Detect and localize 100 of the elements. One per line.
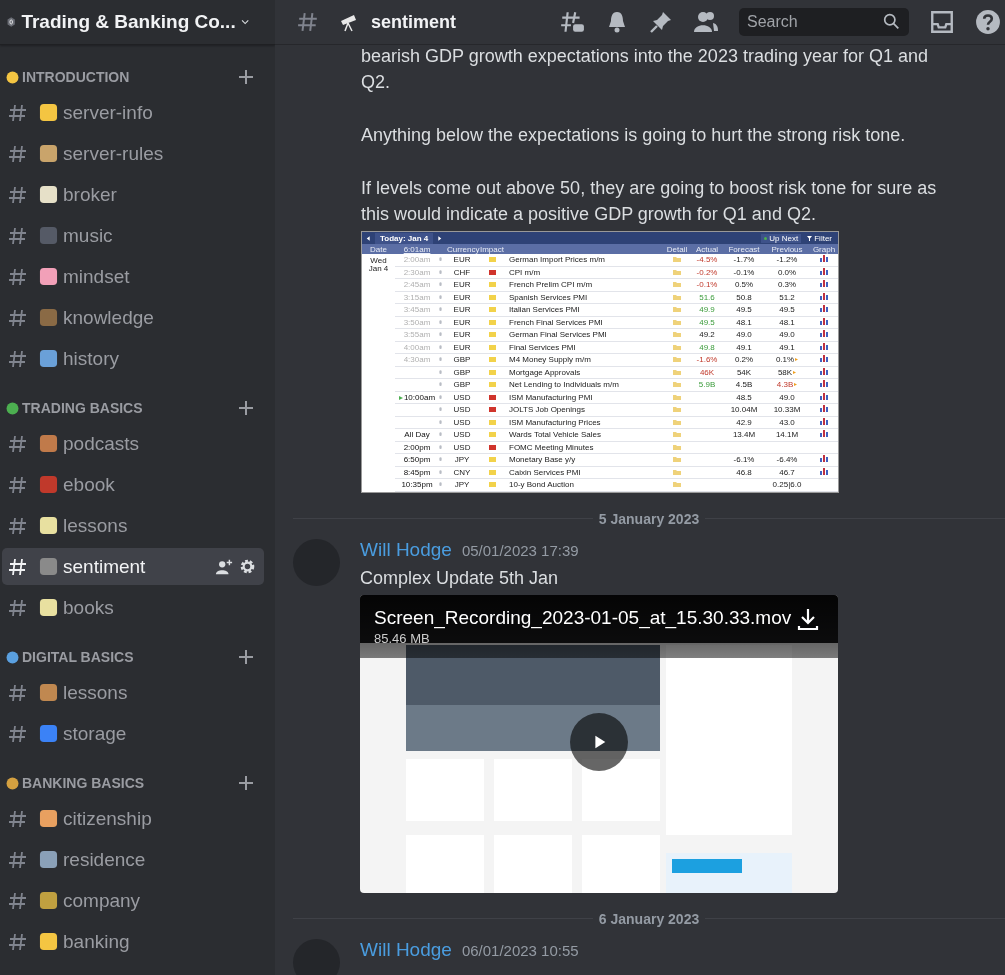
- column-header: Graph: [810, 244, 838, 254]
- bar-chart-icon[interactable]: [820, 430, 828, 438]
- table-cell-text: Italian Services PMI: [508, 305, 580, 315]
- channel-item[interactable]: server-info: [2, 94, 264, 131]
- channel-item[interactable]: history: [2, 340, 264, 377]
- channel-item[interactable]: lessons: [2, 507, 264, 544]
- channel-item[interactable]: storage: [2, 715, 264, 752]
- bar-chart-icon[interactable]: [820, 392, 828, 400]
- channel-item[interactable]: sentiment: [2, 548, 264, 585]
- table-cell: 51.2: [779, 292, 795, 302]
- previous-day-icon[interactable]: [365, 234, 372, 242]
- bar-chart-icon[interactable]: [820, 330, 828, 338]
- hashtag-icon: [8, 474, 28, 495]
- table-cell: JPY: [454, 455, 470, 465]
- table-cell: 46.8: [736, 467, 752, 477]
- bar-chart-icon[interactable]: [820, 305, 828, 313]
- next-day-icon[interactable]: [436, 234, 444, 242]
- channel-item[interactable]: knowledge: [2, 299, 264, 336]
- chevron-down-icon[interactable]: [240, 17, 249, 27]
- channel-title: sentiment: [371, 11, 457, 33]
- table-cell: 13.4M: [732, 430, 756, 440]
- bar-chart-icon[interactable]: [820, 255, 828, 263]
- category-name[interactable]: DIGITAL BASICS: [22, 649, 134, 665]
- message-text: If levels come out above 50, they are going to boost risk tone for sure as this would indicate a positive GDP growth for Q1 and Q2.: [361, 177, 938, 226]
- table-cell-text: M4 Money Supply m/m: [508, 355, 591, 365]
- table-cell: 5.9B: [698, 380, 716, 390]
- table-cell: 2:45am: [403, 280, 431, 290]
- channel-item[interactable]: broker: [2, 176, 264, 213]
- inbox-icon[interactable]: [929, 9, 955, 35]
- author-name[interactable]: Will Hodge: [360, 938, 452, 961]
- author-name[interactable]: Will Hodge: [360, 538, 452, 561]
- category-name[interactable]: TRADING BASICS: [22, 400, 143, 416]
- bar-chart-icon[interactable]: [820, 292, 828, 300]
- bar-chart-icon[interactable]: [820, 417, 828, 425]
- date-divider: 6 January 2023: [597, 910, 701, 927]
- server-name[interactable]: Trading & Banking Co...: [21, 11, 236, 33]
- bar-chart-icon[interactable]: [820, 455, 828, 463]
- hashtag-icon: [8, 890, 28, 911]
- channel-item[interactable]: server-rules: [2, 135, 264, 172]
- plus-icon[interactable]: [238, 69, 254, 85]
- members-icon[interactable]: [693, 10, 719, 34]
- help-icon[interactable]: [975, 9, 1001, 35]
- threads-icon[interactable]: [559, 9, 585, 35]
- filter-icon: [807, 235, 813, 241]
- bar-chart-icon[interactable]: [820, 367, 828, 375]
- bar-chart-icon[interactable]: [820, 317, 828, 325]
- category-name[interactable]: BANKING BASICS: [22, 775, 145, 791]
- column-header[interactable]: 6:01am: [395, 244, 439, 254]
- category-name[interactable]: INTRODUCTION: [22, 69, 130, 85]
- search-field[interactable]: Search: [739, 8, 909, 36]
- timestamp: 06/01/2023 10:55: [461, 941, 579, 959]
- up-next-button[interactable]: Up Next: [761, 233, 802, 243]
- table-cell: 0.5%: [734, 280, 754, 290]
- channel-item[interactable]: banking: [2, 923, 264, 960]
- table-cell: USD: [453, 392, 471, 402]
- table-cell: 14.1M: [775, 430, 799, 440]
- table-cell: 4:30am: [403, 355, 431, 365]
- add-member-icon[interactable]: [215, 557, 233, 576]
- bar-chart-icon[interactable]: [820, 405, 828, 413]
- pin-icon[interactable]: [649, 10, 673, 34]
- bar-chart-icon[interactable]: [820, 380, 828, 388]
- table-cell: 0.2%: [734, 355, 754, 365]
- channel-item[interactable]: residence: [2, 841, 264, 878]
- channel-item[interactable]: company: [2, 882, 264, 919]
- table-cell: 46.7: [779, 467, 795, 477]
- hashtag-icon: [8, 849, 28, 870]
- table-cell: 54K: [736, 367, 752, 377]
- table-cell: 46K: [699, 367, 715, 377]
- channel-item[interactable]: citizenship: [2, 800, 264, 837]
- bar-chart-icon[interactable]: [820, 280, 828, 288]
- bar-chart-icon[interactable]: [820, 342, 828, 350]
- table-cell: 51.6: [699, 292, 715, 302]
- bar-chart-icon[interactable]: [820, 467, 828, 475]
- channel-item[interactable]: lessons: [2, 674, 264, 711]
- table-cell: EUR: [453, 292, 471, 302]
- channel-item[interactable]: books: [2, 589, 264, 626]
- table-cell-text: CPI m/m: [508, 267, 541, 277]
- bar-chart-icon[interactable]: [820, 355, 828, 363]
- table-cell: 42.9: [736, 417, 752, 427]
- table-cell: 4:00am: [403, 342, 431, 352]
- bar-chart-icon[interactable]: [820, 267, 828, 275]
- play-button[interactable]: [570, 712, 628, 771]
- channel-item[interactable]: mindset: [2, 258, 264, 295]
- plus-icon[interactable]: [238, 400, 254, 416]
- column-header: Previous: [764, 244, 810, 254]
- table-cell: EUR: [453, 330, 471, 340]
- channel-item[interactable]: ebook: [2, 466, 264, 503]
- table-cell: -4.5%: [696, 255, 718, 265]
- filter-button[interactable]: Filter: [804, 233, 835, 243]
- hashtag-icon: [297, 11, 319, 33]
- plus-icon[interactable]: [238, 775, 254, 791]
- download-icon[interactable]: [796, 606, 820, 631]
- plus-icon[interactable]: [238, 649, 254, 665]
- channel-item[interactable]: podcasts: [2, 425, 264, 462]
- table-cell: 49.5: [699, 317, 715, 327]
- settings-icon[interactable]: [239, 558, 256, 575]
- channel-item[interactable]: music: [2, 217, 264, 254]
- today-tab[interactable]: Today: Jan 4: [375, 232, 434, 244]
- table-cell: 49.1: [779, 342, 795, 352]
- hashtag-icon: [8, 143, 28, 164]
